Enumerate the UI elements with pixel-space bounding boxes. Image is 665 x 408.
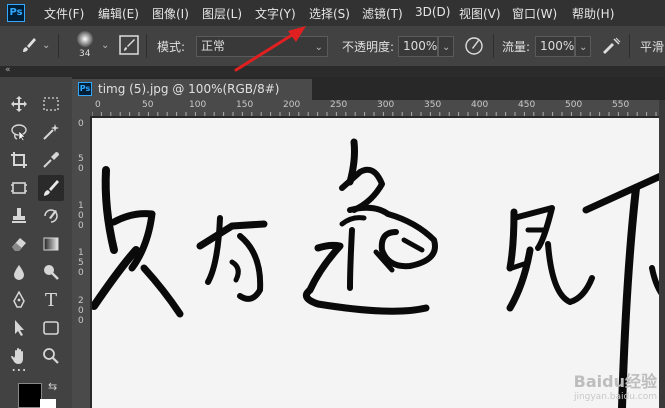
swap-colors-icon[interactable]: ⇆ — [48, 380, 57, 393]
flow-label: 流量: — [502, 40, 531, 54]
menu-file[interactable]: 文件(F) — [44, 5, 84, 22]
foreground-color-swatch[interactable] — [18, 383, 42, 408]
document-ps-icon: Ps — [78, 82, 92, 96]
ruler-left-label: 0 — [78, 164, 84, 174]
watermark-url: jingyan.baidu.com — [573, 392, 657, 402]
type-tool-icon[interactable]: T — [38, 287, 64, 313]
mode-select[interactable]: 正常 ⌄ — [196, 36, 328, 57]
flow-value: 100% — [540, 39, 575, 53]
mode-chevron-icon: ⌄ — [314, 42, 323, 53]
ruler-left-label: 0 — [78, 221, 84, 231]
smoothing-label: 平滑 — [640, 40, 665, 54]
ruler-top-label: 200 — [283, 100, 301, 110]
pressure-opacity-icon[interactable] — [464, 36, 484, 59]
vertical-ruler: 0 5 0 1 0 0 1 5 0 2 0 0 — [72, 116, 90, 408]
blur-tool-icon[interactable] — [6, 259, 32, 285]
ruler-left-label: 5 — [78, 258, 84, 268]
panel-collapse-strip: « — [0, 65, 665, 77]
rectangle-tool-icon[interactable] — [38, 315, 64, 341]
dodge-tool-icon[interactable] — [38, 259, 64, 285]
horizontal-ruler: 0 50 100 150 200 250 300 350 400 450 500… — [92, 100, 665, 116]
document-tab[interactable]: Ps timg (5).jpg @ 100%(RGB/8#) — [72, 79, 312, 100]
eraser-tool-icon[interactable] — [6, 231, 32, 257]
vertical-scrollbar[interactable] — [659, 100, 665, 408]
watermark-brand: Baidu经验 — [573, 372, 657, 391]
ruler-left-label: 0 — [78, 211, 84, 221]
ruler-top-label: 250 — [330, 100, 348, 110]
baidu-watermark: Baidu经验 jingyan.baidu.com — [574, 368, 657, 402]
menu-bar: Ps 文件(F) 编辑(E) 图像(I) 图层(L) 文字(Y) 选择(S) 滤… — [0, 0, 665, 26]
brush-size-chevron-icon[interactable]: ⌄ — [101, 40, 109, 51]
photoshop-logo-icon[interactable]: Ps — [7, 4, 25, 22]
brush-size-value: 34 — [79, 49, 91, 59]
brush-preset-chevron-icon[interactable]: ⌄ — [42, 40, 50, 51]
flow-chevron-icon: ⌄ — [579, 42, 588, 53]
flow-input[interactable]: 100% — [535, 36, 575, 57]
menu-layer[interactable]: 图层(L) — [202, 5, 242, 22]
menu-window[interactable]: 窗口(W) — [512, 5, 557, 22]
ruler-top-label: 450 — [518, 100, 536, 110]
ruler-left-label: 1 — [78, 201, 84, 211]
ruler-top-label: 50 — [142, 100, 154, 110]
options-bar: ⌄ 34 ⌄ 模式: 正常 ⌄ 不透明度: 100% ⌄ 流量: 100% ⌄ … — [0, 26, 665, 67]
ruler-left-label: 5 — [78, 154, 84, 164]
pen-tool-icon[interactable] — [6, 287, 32, 313]
menu-type[interactable]: 文字(Y) — [255, 5, 296, 22]
ruler-top-label: 0 — [95, 100, 101, 110]
ruler-corner — [72, 100, 92, 116]
zoom-tool-icon[interactable] — [38, 343, 64, 369]
brush-settings-panel-icon[interactable] — [119, 35, 139, 58]
eyedropper-tool-icon[interactable] — [38, 147, 64, 173]
marquee-tool-icon[interactable] — [38, 91, 64, 117]
history-brush-tool-icon[interactable] — [38, 203, 64, 229]
menu-view[interactable]: 视图(V) — [459, 5, 501, 22]
ruler-top-label: 100 — [189, 100, 207, 110]
mode-value: 正常 — [201, 39, 226, 53]
tools-panel: T ⋯ ⇆ — [0, 77, 72, 408]
ruler-top-label: 550 — [612, 100, 630, 110]
handwriting-image — [92, 138, 665, 408]
ruler-top-label: 400 — [471, 100, 489, 110]
ruler-top-label: 500 — [565, 100, 583, 110]
opacity-dropdown[interactable]: ⌄ — [438, 36, 454, 57]
lasso-tool-icon[interactable] — [6, 119, 32, 145]
ruler-left-label: 2 — [78, 296, 84, 306]
more-tools-icon[interactable]: ⋯ — [6, 360, 32, 379]
mode-label: 模式: — [157, 40, 186, 54]
menu-image[interactable]: 图像(I) — [152, 5, 189, 22]
airbrush-icon[interactable] — [600, 36, 622, 59]
frame-tool-icon[interactable] — [6, 175, 32, 201]
gradient-tool-icon[interactable] — [38, 231, 64, 257]
opacity-chevron-icon: ⌄ — [442, 42, 451, 53]
clone-stamp-tool-icon[interactable] — [6, 203, 32, 229]
background-color-swatch[interactable] — [40, 399, 56, 408]
magic-wand-tool-icon[interactable] — [38, 119, 64, 145]
ruler-top-label: 350 — [424, 100, 442, 110]
brush-preset-icon[interactable] — [20, 36, 38, 57]
menu-filter[interactable]: 滤镜(T) — [362, 5, 403, 22]
ruler-left-label: 0 — [78, 268, 84, 278]
path-selection-tool-icon[interactable] — [6, 315, 32, 341]
menu-select[interactable]: 选择(S) — [309, 5, 350, 22]
collapse-arrows-icon[interactable]: « — [5, 65, 11, 75]
ruler-left-label: 1 — [78, 248, 84, 258]
menu-help[interactable]: 帮助(H) — [572, 5, 614, 22]
ruler-left-label: 0 — [78, 316, 84, 326]
document-canvas[interactable]: Baidu经验 jingyan.baidu.com — [92, 118, 665, 408]
move-tool-icon[interactable] — [6, 91, 32, 117]
opacity-label: 不透明度: — [342, 40, 395, 54]
ruler-left-label: 0 — [78, 119, 84, 129]
menu-3d[interactable]: 3D(D) — [415, 5, 450, 19]
flow-dropdown[interactable]: ⌄ — [575, 36, 591, 57]
ruler-top-label: 300 — [377, 100, 395, 110]
ruler-left-label: 0 — [78, 306, 84, 316]
opacity-input[interactable]: 100% — [398, 36, 438, 57]
brush-tool-icon[interactable] — [38, 175, 64, 201]
crop-tool-icon[interactable] — [6, 147, 32, 173]
opacity-value: 100% — [403, 39, 438, 53]
document-tab-title: timg (5).jpg @ 100%(RGB/8#) — [98, 82, 280, 96]
ruler-top-label: 150 — [236, 100, 254, 110]
menu-edit[interactable]: 编辑(E) — [98, 5, 139, 22]
